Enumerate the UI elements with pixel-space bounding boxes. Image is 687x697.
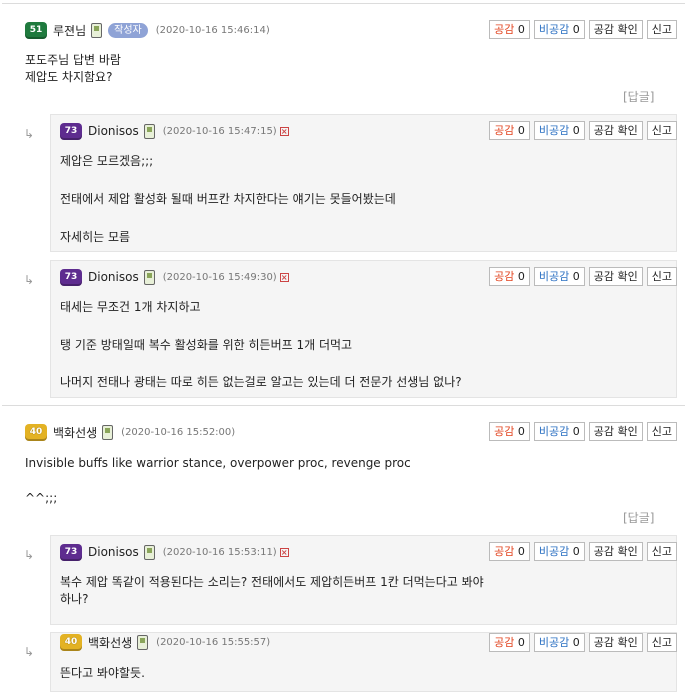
phone-icon — [102, 424, 114, 440]
divider — [2, 405, 685, 406]
author-nick[interactable]: Dionisos — [88, 124, 139, 138]
report-button[interactable]: 신고 — [646, 267, 677, 286]
comment-header: 40 백화선생 (2020-10-16 15:55:57) — [60, 631, 270, 653]
phone-icon — [91, 22, 103, 38]
reply-arrow-icon: ↳ — [24, 273, 35, 287]
comment-actions: 공감 0 비공감 0 공감 확인 신고 — [489, 121, 677, 140]
like-button[interactable]: 공감 0 — [489, 20, 530, 39]
reply-arrow-icon: ↳ — [24, 127, 35, 141]
comment-date: (2020-10-16 15:55:57) — [156, 636, 271, 648]
report-button[interactable]: 신고 — [646, 121, 677, 140]
author-nick[interactable]: Dionisos — [88, 270, 139, 284]
author-tag: 작성자 — [108, 22, 148, 38]
comment-header: 51 루젼님 작성자 (2020-10-16 15:46:14) — [25, 19, 270, 41]
comment-text: ^^;;; — [25, 491, 58, 505]
author-nick[interactable]: Dionisos — [88, 545, 139, 559]
author-nick[interactable]: 루젼님 — [53, 22, 86, 39]
comment-actions: 공감 0 비공감 0 공감 확인 신고 — [489, 267, 677, 286]
phone-icon — [143, 123, 155, 139]
comment-header: 40 백화선생 (2020-10-16 15:52:00) — [25, 421, 235, 443]
comment-actions: 공감 0 비공감 0 공감 확인 신고 — [489, 20, 677, 39]
comment-header: 73 Dionisos (2020-10-16 15:49:30) × — [60, 266, 289, 288]
comment-actions: 공감 0 비공감 0 공감 확인 신고 — [489, 422, 677, 441]
comment-date: (2020-10-16 15:53:11) — [162, 546, 277, 558]
comment-text: 전태에서 제압 활성화 될때 버프칸 차지한다는 얘기는 못들어봤는데 — [60, 192, 396, 206]
report-button[interactable]: 신고 — [646, 422, 677, 441]
level-badge: 73 — [60, 122, 82, 140]
level-badge: 51 — [25, 21, 47, 39]
delete-icon[interactable]: × — [279, 547, 289, 557]
comment-header: 73 Dionisos (2020-10-16 15:53:11) × — [60, 541, 289, 563]
comment-text: 태세는 무조건 1개 차지하고 — [60, 300, 201, 314]
comment-text: Invisible buffs like warrior stance, ove… — [25, 456, 411, 470]
reply-arrow-icon: ↳ — [24, 548, 35, 562]
author-nick[interactable]: 백화선생 — [53, 424, 97, 441]
like-check-button[interactable]: 공감 확인 — [588, 267, 643, 286]
dislike-button[interactable]: 비공감 0 — [533, 542, 585, 561]
like-button[interactable]: 공감 0 — [489, 422, 530, 441]
comment-date: (2020-10-16 15:46:14) — [155, 24, 270, 36]
like-check-button[interactable]: 공감 확인 — [588, 20, 643, 39]
dislike-button[interactable]: 비공감 0 — [533, 121, 585, 140]
divider — [2, 3, 685, 4]
comment-date: (2020-10-16 15:52:00) — [121, 426, 236, 438]
comment-text: 뜬다고 봐야할듯. — [60, 666, 145, 680]
comment-header: 73 Dionisos (2020-10-16 15:47:15) × — [60, 120, 289, 142]
dislike-button[interactable]: 비공감 0 — [533, 633, 585, 652]
comment-text: 나머지 전태나 광태는 따로 히든 없는걸로 알고는 있는데 더 전문가 선생님… — [60, 375, 462, 389]
level-badge: 73 — [60, 543, 82, 561]
dislike-button[interactable]: 비공감 0 — [533, 422, 585, 441]
like-check-button[interactable]: 공감 확인 — [588, 121, 643, 140]
like-check-button[interactable]: 공감 확인 — [588, 633, 643, 652]
like-button[interactable]: 공감 0 — [489, 633, 530, 652]
level-badge: 73 — [60, 268, 82, 286]
reply-arrow-icon: ↳ — [24, 645, 35, 659]
comment-actions: 공감 0 비공감 0 공감 확인 신고 — [489, 542, 677, 561]
comment-text: 제압은 모르겠음;;; — [60, 154, 154, 168]
comment-text: 자세히는 모름 — [60, 230, 131, 244]
phone-icon — [143, 544, 155, 560]
like-check-button[interactable]: 공감 확인 — [588, 422, 643, 441]
report-button[interactable]: 신고 — [646, 542, 677, 561]
report-button[interactable]: 신고 — [646, 20, 677, 39]
delete-icon[interactable]: × — [279, 272, 289, 282]
like-button[interactable]: 공감 0 — [489, 267, 530, 286]
comment-actions: 공감 0 비공감 0 공감 확인 신고 — [489, 633, 677, 652]
level-badge: 40 — [60, 633, 82, 651]
like-button[interactable]: 공감 0 — [489, 121, 530, 140]
reply-link[interactable]: [답글] — [623, 88, 654, 105]
reply-link[interactable]: [답글] — [623, 509, 654, 526]
dislike-button[interactable]: 비공감 0 — [533, 20, 585, 39]
phone-icon — [143, 269, 155, 285]
level-badge: 40 — [25, 423, 47, 441]
author-nick[interactable]: 백화선생 — [88, 634, 132, 651]
like-button[interactable]: 공감 0 — [489, 542, 530, 561]
comment-date: (2020-10-16 15:47:15) — [162, 125, 277, 137]
delete-icon[interactable]: × — [279, 126, 289, 136]
comment-text: 복수 제압 똑같이 적용된다는 소리는? 전태에서도 제압히든버프 1칸 더먹는… — [60, 575, 484, 606]
dislike-button[interactable]: 비공감 0 — [533, 267, 585, 286]
comment-text: 포도주님 답변 바람 제압도 차지함요? — [25, 53, 121, 84]
like-check-button[interactable]: 공감 확인 — [588, 542, 643, 561]
report-button[interactable]: 신고 — [646, 633, 677, 652]
comment-date: (2020-10-16 15:49:30) — [162, 271, 277, 283]
phone-icon — [137, 634, 149, 650]
comment-text: 탱 기준 방태일때 복수 활성화를 위한 히든버프 1개 더먹고 — [60, 338, 353, 352]
